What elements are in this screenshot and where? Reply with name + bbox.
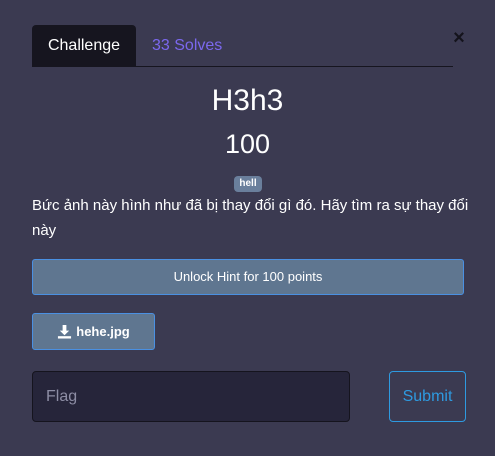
download-icon (58, 324, 72, 339)
challenge-tag: hell (234, 176, 262, 192)
download-file-button[interactable]: hehe.jpg (32, 313, 155, 350)
flag-input[interactable] (32, 371, 350, 422)
file-name: hehe.jpg (76, 324, 130, 339)
unlock-hint-button[interactable]: Unlock Hint for 100 points (32, 259, 464, 295)
close-icon: × (453, 27, 465, 49)
tab-challenge[interactable]: Challenge (32, 25, 136, 66)
challenge-tabs: Challenge 33 Solves (32, 25, 453, 67)
tab-solves[interactable]: 33 Solves (152, 25, 222, 66)
submit-button[interactable]: Submit (389, 371, 466, 422)
challenge-points: 100 (224, 129, 271, 159)
close-button[interactable]: × (449, 28, 469, 48)
challenge-description: Bức ảnh này hình như đã bị thay đổi gì đ… (32, 197, 469, 239)
challenge-title: H3h3 (211, 84, 284, 117)
